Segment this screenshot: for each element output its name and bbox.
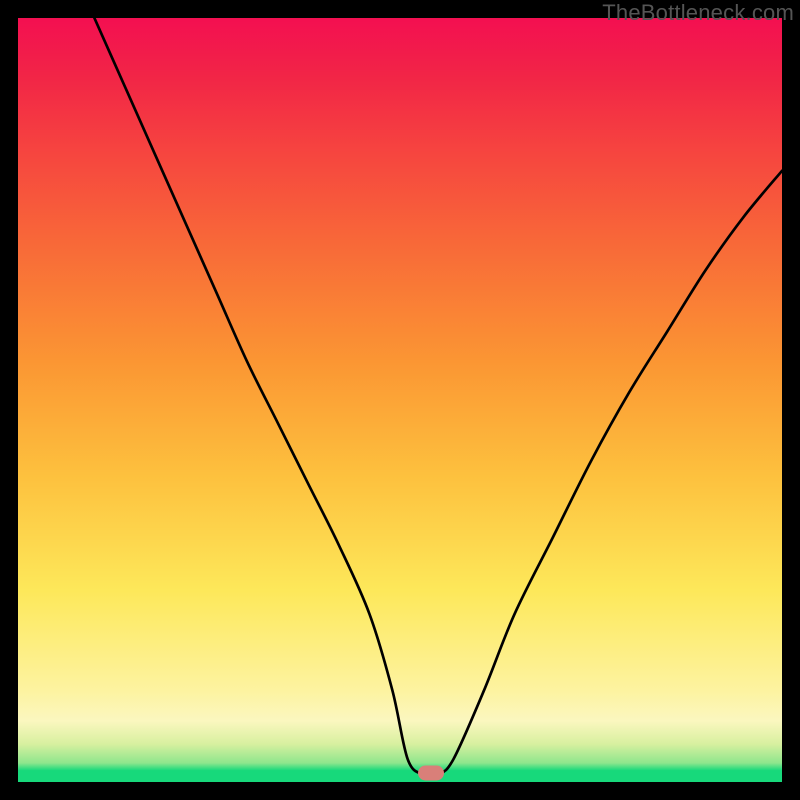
watermark-label: TheBottleneck.com — [602, 0, 794, 26]
chart-frame: TheBottleneck.com — [0, 0, 800, 800]
optimum-marker — [418, 765, 444, 780]
bottleneck-curve — [18, 18, 782, 782]
plot-area — [18, 18, 782, 782]
